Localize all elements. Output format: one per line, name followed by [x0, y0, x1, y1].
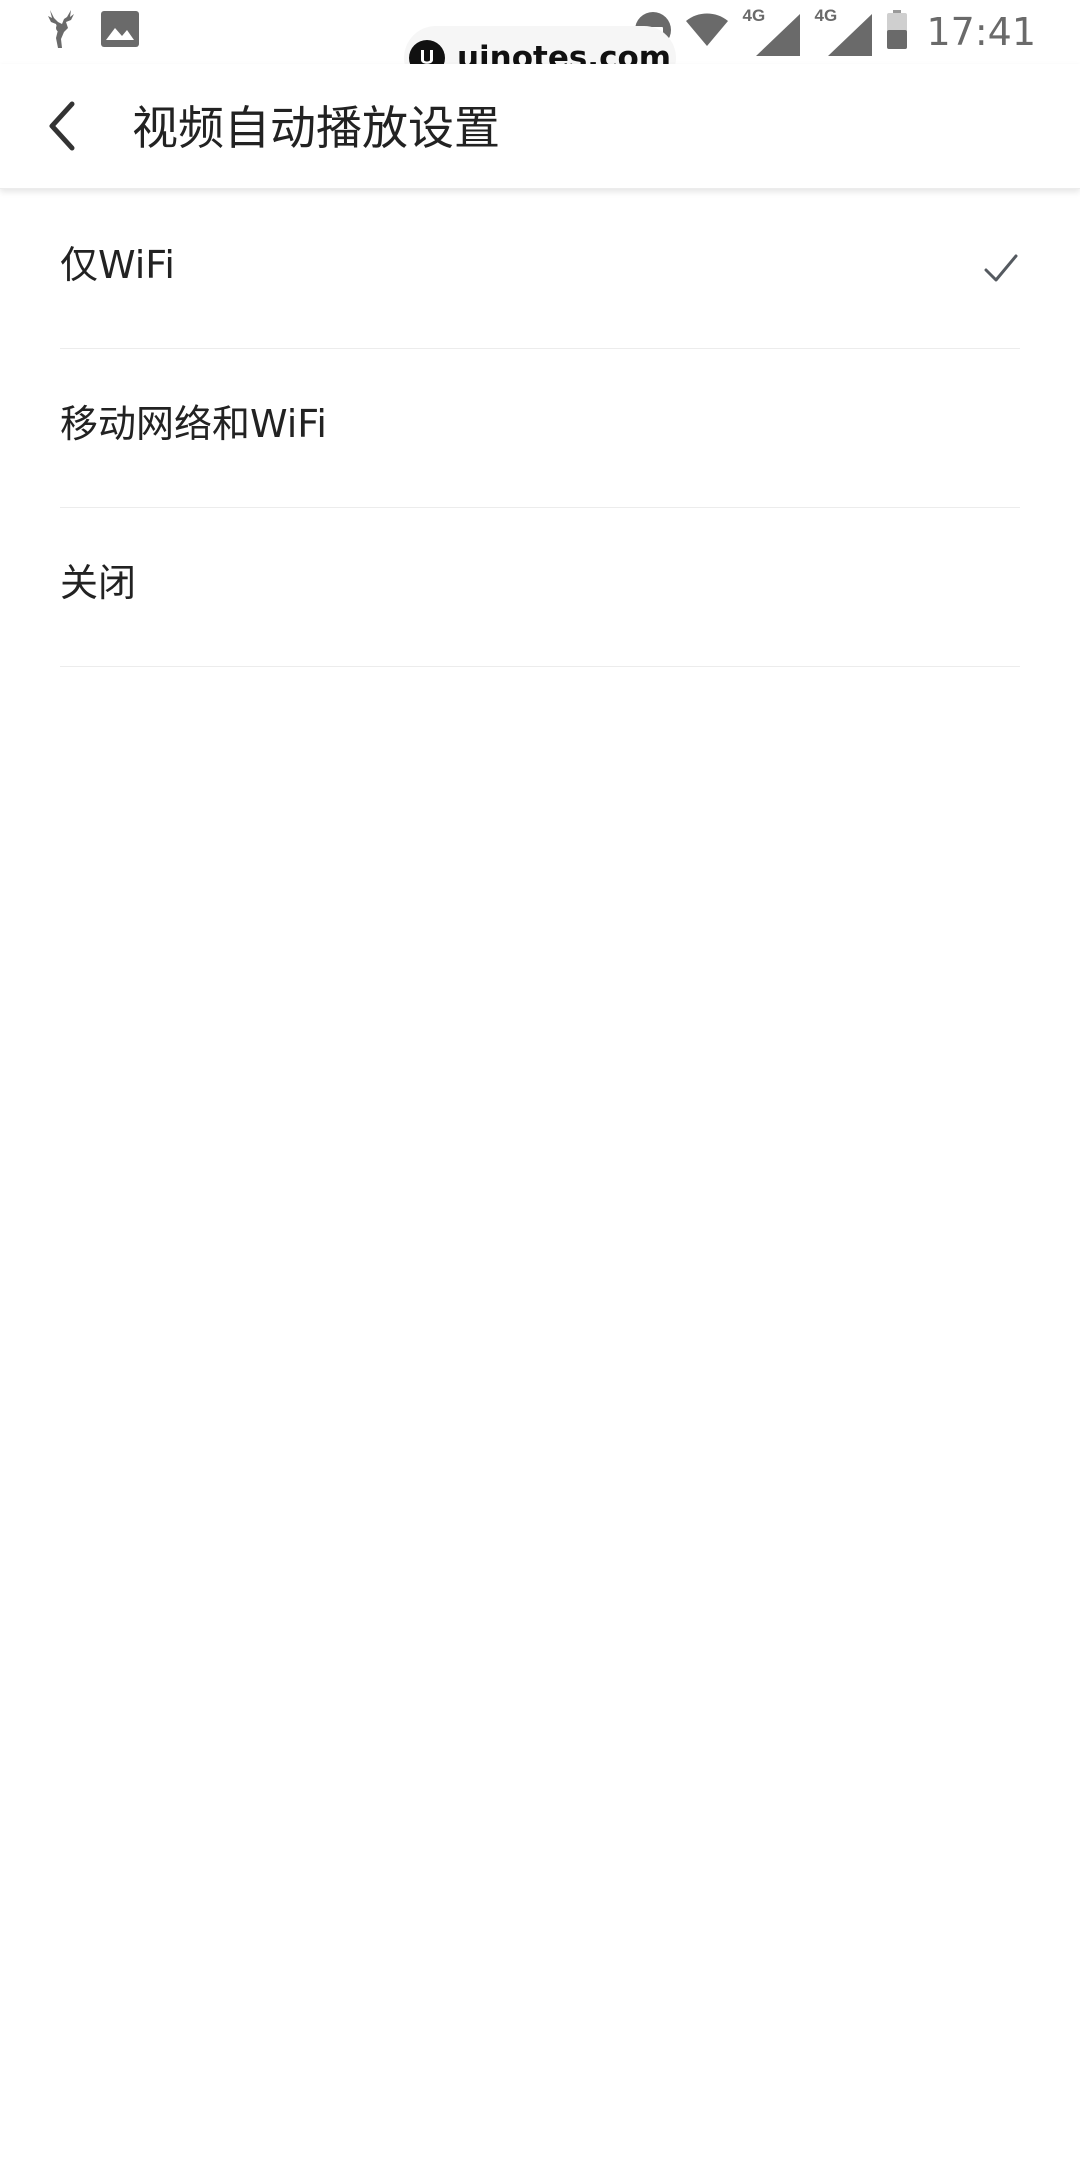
page-title: 视频自动播放设置 [132, 101, 500, 155]
image-icon [100, 10, 140, 52]
option-mobile-and-wifi[interactable]: 移动网络和WiFi [60, 349, 1020, 508]
status-left-icons [44, 8, 140, 54]
back-button[interactable] [30, 94, 94, 158]
deer-logo-icon [44, 8, 78, 54]
signal-icon [756, 14, 801, 56]
status-right-icons: 4G 4G 17:41 [634, 6, 1036, 58]
option-off[interactable]: 关闭 [60, 508, 1020, 667]
status-time: 17:41 [926, 10, 1036, 54]
signal-icon [828, 14, 873, 56]
option-label: 移动网络和WiFi [60, 402, 327, 446]
signal-group-1: 4G [742, 6, 802, 56]
checkmark-icon [984, 254, 1018, 282]
app-bar: 视频自动播放设置 [0, 64, 1080, 189]
signal-group-2: 4G [814, 6, 874, 56]
option-label: 关闭 [60, 561, 137, 605]
option-label: 仅WiFi [60, 243, 175, 287]
autoplay-option-list: 仅WiFi 移动网络和WiFi 关闭 [60, 190, 1020, 667]
battery-icon [886, 10, 908, 54]
option-wifi-only[interactable]: 仅WiFi [60, 190, 1020, 349]
wifi-icon [684, 12, 730, 52]
chevron-left-icon [49, 101, 75, 151]
